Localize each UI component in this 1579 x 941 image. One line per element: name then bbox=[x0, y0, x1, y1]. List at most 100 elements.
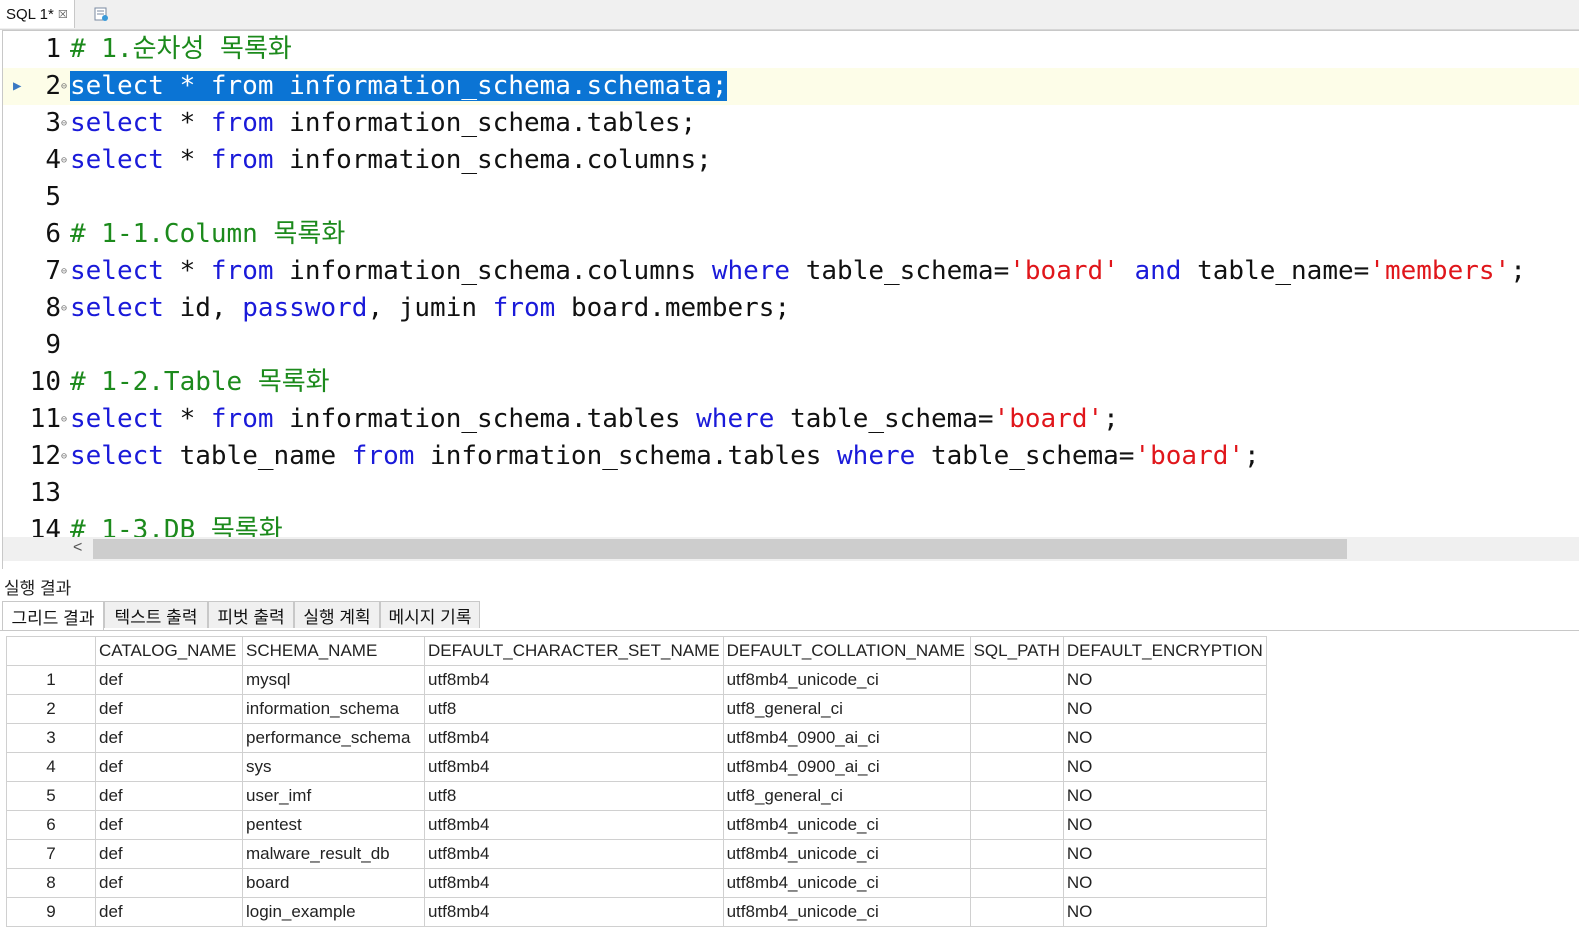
grid-cell[interactable]: utf8mb4_unicode_ci bbox=[722, 810, 971, 840]
grid-cell[interactable]: def bbox=[95, 839, 243, 869]
row-number[interactable]: 8 bbox=[6, 868, 96, 898]
row-number[interactable]: 4 bbox=[6, 752, 96, 782]
grid-cell[interactable]: utf8mb4_0900_ai_ci bbox=[722, 752, 971, 782]
row-number[interactable]: 6 bbox=[6, 810, 96, 840]
grid-cell[interactable]: NO bbox=[1062, 868, 1267, 898]
row-number[interactable]: 2 bbox=[6, 694, 96, 724]
table-row[interactable]: 8 def board utf8mb4 utf8mb4_unicode_ci NO bbox=[6, 868, 1267, 898]
table-row[interactable]: 9 def login_example utf8mb4 utf8mb4_unicode_… bbox=[6, 897, 1267, 927]
new-query-icon[interactable] bbox=[90, 3, 112, 25]
grid-cell[interactable]: board bbox=[242, 868, 425, 898]
sql-editor[interactable]: 1 # 1.순차성 목록화 ▶ 2 ⊖ select * from information… bbox=[2, 30, 1579, 569]
grid-cell[interactable] bbox=[969, 665, 1064, 695]
grid-cell[interactable] bbox=[969, 810, 1064, 840]
grid-cell[interactable]: utf8mb4 bbox=[424, 752, 724, 782]
grid-cell[interactable]: NO bbox=[1062, 723, 1267, 753]
table-row[interactable]: 6 def pentest utf8mb4 utf8mb4_unicode_ci NO bbox=[6, 810, 1267, 840]
code-line[interactable]: 5 bbox=[3, 179, 1579, 216]
code-line[interactable]: 12 ⊖ select table_name from information_sc… bbox=[3, 438, 1579, 475]
code-line[interactable]: 10 # 1-2.Table 목록화 bbox=[3, 364, 1579, 401]
grid-cell[interactable] bbox=[969, 839, 1064, 869]
grid-cell[interactable]: pentest bbox=[242, 810, 425, 840]
code-line[interactable]: 4 ⊖ select * from information_schema.colum… bbox=[3, 142, 1579, 179]
row-number[interactable]: 9 bbox=[6, 897, 96, 927]
grid-cell[interactable] bbox=[969, 781, 1064, 811]
code-line[interactable]: 11 ⊖ select * from information_schema.tabl… bbox=[3, 401, 1579, 438]
grid-cell[interactable]: login_example bbox=[242, 897, 425, 927]
grid-cell[interactable]: utf8mb4_unicode_ci bbox=[722, 868, 971, 898]
code-line[interactable]: 3 ⊖ select * from information_schema.table… bbox=[3, 105, 1579, 142]
code-line[interactable]: 13 bbox=[3, 475, 1579, 512]
grid-cell[interactable] bbox=[969, 752, 1064, 782]
result-tab[interactable]: 메시지 기록 bbox=[380, 601, 480, 628]
column-header[interactable]: CATALOG_NAME bbox=[95, 636, 243, 666]
grid-cell[interactable]: utf8mb4 bbox=[424, 810, 724, 840]
grid-cell[interactable]: def bbox=[95, 868, 243, 898]
grid-cell[interactable]: NO bbox=[1062, 665, 1267, 695]
column-header[interactable]: DEFAULT_COLLATION_NAME bbox=[722, 636, 971, 666]
grid-cell[interactable]: utf8mb4_unicode_ci bbox=[722, 897, 971, 927]
code-line[interactable]: 7 ⊖ select * from information_schema.colum… bbox=[3, 253, 1579, 290]
grid-cell[interactable]: utf8mb4_unicode_ci bbox=[722, 839, 971, 869]
result-tab[interactable]: 그리드 결과 bbox=[2, 601, 104, 630]
grid-cell[interactable]: sys bbox=[242, 752, 425, 782]
scrollbar-thumb[interactable] bbox=[93, 539, 1347, 559]
row-number[interactable]: 7 bbox=[6, 839, 96, 869]
result-tab[interactable]: 피벗 출력 bbox=[208, 601, 294, 628]
tab-sql-1[interactable]: SQL 1* ☒ bbox=[0, 0, 75, 28]
grid-cell[interactable]: NO bbox=[1062, 752, 1267, 782]
row-number[interactable]: 1 bbox=[6, 665, 96, 695]
grid-cell[interactable]: performance_schema bbox=[242, 723, 425, 753]
grid-cell[interactable]: user_imf bbox=[242, 781, 425, 811]
result-tab[interactable]: 텍스트 출력 bbox=[104, 601, 208, 628]
table-row[interactable]: 7 def malware_result_db utf8mb4 utf8mb4_unic… bbox=[6, 839, 1267, 869]
row-number[interactable]: 3 bbox=[6, 723, 96, 753]
column-header[interactable]: SCHEMA_NAME bbox=[242, 636, 425, 666]
code-line[interactable]: 1 # 1.순차성 목록화 bbox=[3, 31, 1579, 68]
grid-cell[interactable]: NO bbox=[1062, 694, 1267, 724]
grid-cell[interactable]: utf8 bbox=[424, 781, 724, 811]
table-row[interactable]: 1 def mysql utf8mb4 utf8mb4_unicode_ci NO bbox=[6, 665, 1267, 695]
grid-cell[interactable]: def bbox=[95, 810, 243, 840]
grid-cell[interactable]: malware_result_db bbox=[242, 839, 425, 869]
grid-cell[interactable]: utf8mb4 bbox=[424, 897, 724, 927]
table-row[interactable]: 4 def sys utf8mb4 utf8mb4_0900_ai_ci NO bbox=[6, 752, 1267, 782]
editor-horizontal-scrollbar[interactable]: < bbox=[3, 537, 1579, 561]
grid-cell[interactable]: NO bbox=[1062, 839, 1267, 869]
column-header[interactable] bbox=[6, 636, 96, 666]
column-header[interactable]: DEFAULT_ENCRYPTION bbox=[1062, 636, 1267, 666]
table-row[interactable]: 2 def information_schema utf8 utf8_general_c… bbox=[6, 694, 1267, 724]
column-header[interactable]: SQL_PATH bbox=[969, 636, 1064, 666]
column-header[interactable]: DEFAULT_CHARACTER_SET_NAME bbox=[424, 636, 724, 666]
code-line[interactable]: 9 bbox=[3, 327, 1579, 364]
grid-cell[interactable]: utf8mb4_unicode_ci bbox=[722, 665, 971, 695]
row-number[interactable]: 5 bbox=[6, 781, 96, 811]
grid-cell[interactable]: utf8mb4 bbox=[424, 665, 724, 695]
table-row[interactable]: 5 def user_imf utf8 utf8_general_ci NO bbox=[6, 781, 1267, 811]
grid-cell[interactable]: NO bbox=[1062, 781, 1267, 811]
grid-cell[interactable]: NO bbox=[1062, 810, 1267, 840]
grid-cell[interactable]: utf8mb4 bbox=[424, 839, 724, 869]
grid-cell[interactable]: def bbox=[95, 897, 243, 927]
grid-cell[interactable]: information_schema bbox=[242, 694, 425, 724]
code-line[interactable]: ▶ 2 ⊖ select * from information_schema.sche… bbox=[3, 68, 1579, 105]
table-row[interactable]: 3 def performance_schema utf8mb4 utf8mb4_090… bbox=[6, 723, 1267, 753]
grid-cell[interactable]: utf8 bbox=[424, 694, 724, 724]
grid-cell[interactable]: utf8mb4_0900_ai_ci bbox=[722, 723, 971, 753]
grid-cell[interactable]: utf8_general_ci bbox=[722, 694, 971, 724]
grid-cell[interactable]: def bbox=[95, 781, 243, 811]
grid-cell[interactable]: utf8mb4 bbox=[424, 868, 724, 898]
grid-cell[interactable]: def bbox=[95, 752, 243, 782]
grid-cell[interactable] bbox=[969, 694, 1064, 724]
grid-cell[interactable]: NO bbox=[1062, 897, 1267, 927]
grid-cell[interactable]: def bbox=[95, 723, 243, 753]
grid-cell[interactable] bbox=[969, 897, 1064, 927]
grid-cell[interactable]: utf8_general_ci bbox=[722, 781, 971, 811]
grid-cell[interactable]: utf8mb4 bbox=[424, 723, 724, 753]
grid-cell[interactable]: mysql bbox=[242, 665, 425, 695]
scroll-left-icon[interactable]: < bbox=[73, 539, 82, 557]
grid-cell[interactable] bbox=[969, 868, 1064, 898]
tab-close-icon[interactable]: ☒ bbox=[58, 8, 68, 21]
code-line[interactable]: 8 ⊖ select id, password, jumin from board.… bbox=[3, 290, 1579, 327]
grid-cell[interactable]: def bbox=[95, 665, 243, 695]
